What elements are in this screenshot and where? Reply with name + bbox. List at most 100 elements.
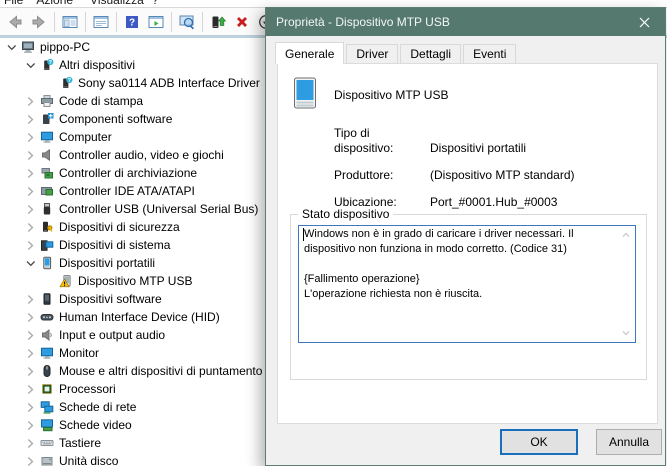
collapsed-chevron-icon[interactable]: [22, 184, 38, 198]
update-driver-icon: [209, 13, 227, 31]
tree-item-label: Dispositivi portatili: [55, 256, 155, 270]
speaker-icon: [38, 148, 55, 162]
action-pane-icon: [147, 13, 165, 31]
video-adapter-icon: [38, 418, 55, 432]
collapsed-chevron-icon[interactable]: [22, 454, 38, 466]
groupbox-legend: Stato dispositivo: [298, 207, 393, 221]
portable-device-icon: [292, 77, 319, 110]
collapsed-chevron-icon[interactable]: [22, 418, 38, 432]
system-device-icon: [38, 238, 55, 252]
mouse-icon: [38, 364, 55, 378]
dialog-titlebar[interactable]: Proprietà - Dispositivo MTP USB: [266, 8, 665, 36]
action-pane-icon-button[interactable]: [144, 10, 168, 34]
collapsed-chevron-icon[interactable]: [22, 346, 38, 360]
collapsed-chevron-icon[interactable]: [22, 148, 38, 162]
collapsed-chevron-icon[interactable]: [22, 400, 38, 414]
collapsed-chevron-icon[interactable]: [22, 202, 38, 216]
device-status-textbox[interactable]: Windows non è in grado di caricare i dri…: [298, 225, 636, 343]
tree-item-label: Mouse e altri dispositivi di puntamento: [55, 364, 262, 378]
help-icon-button[interactable]: ?: [120, 10, 144, 34]
menu-azione[interactable]: Azione: [36, 0, 73, 7]
field-value: Dispositivi portatili: [430, 141, 526, 155]
ok-button[interactable]: OK: [500, 429, 578, 455]
expanded-chevron-icon[interactable]: [3, 40, 19, 54]
ide-controller-icon: [38, 184, 55, 198]
tree-item-label: Human Interface Device (HID): [55, 310, 220, 324]
close-icon[interactable]: [623, 8, 665, 36]
tree-item-label: Dispositivi di sicurezza: [55, 220, 180, 234]
uninstall-device-icon-button[interactable]: [230, 10, 254, 34]
scroll-up-icon[interactable]: [620, 229, 632, 241]
collapsed-chevron-icon[interactable]: [22, 364, 38, 378]
chevron-placeholder: [41, 274, 57, 288]
monitor-icon: [38, 346, 55, 360]
console-tree-icon-button[interactable]: [58, 10, 82, 34]
tree-item-label: Processori: [55, 382, 116, 396]
toolbar-separator: [202, 12, 203, 32]
console-tree-icon: [61, 13, 79, 31]
tree-item-label: Monitor: [55, 346, 99, 360]
tree-item-label: Dispositivi software: [55, 292, 162, 306]
collapsed-chevron-icon[interactable]: [22, 436, 38, 450]
collapsed-chevron-icon[interactable]: [22, 94, 38, 108]
general-tab-panel: Dispositivo MTP USB Tipo di dispositivo:…: [277, 63, 658, 424]
device-name: Dispositivo MTP USB: [334, 88, 448, 102]
properties-icon-button[interactable]: [89, 10, 113, 34]
tree-item-label: Dispositivi di sistema: [55, 238, 170, 252]
tree-item-label: Schede di rete: [55, 400, 136, 414]
collapsed-chevron-icon[interactable]: [22, 238, 38, 252]
monitor-icon: [38, 130, 55, 144]
toolbar-separator: [54, 12, 55, 32]
unknown-device-icon: ?: [57, 76, 74, 90]
collapsed-chevron-icon[interactable]: [22, 328, 38, 342]
dialog-footer: OK Annulla: [266, 424, 665, 465]
dialog-title: Proprietà - Dispositivo MTP USB: [266, 15, 450, 29]
collapsed-chevron-icon[interactable]: [22, 112, 38, 126]
scan-hardware-icon: [178, 13, 196, 31]
menu-file[interactable]: File: [4, 0, 23, 7]
mtp-warning-icon: [57, 274, 74, 288]
tab-driver[interactable]: Driver: [346, 44, 398, 63]
forward-icon-button[interactable]: [27, 10, 51, 34]
computer-icon: [19, 40, 36, 54]
scan-hardware-icon-button[interactable]: [175, 10, 199, 34]
cpu-icon: [38, 382, 55, 396]
menu-bar: File Azione Visualizza?: [0, 0, 667, 7]
network-icon: [38, 400, 55, 414]
toolbar-separator: [85, 12, 86, 32]
chevron-placeholder: [41, 76, 57, 90]
expanded-chevron-icon[interactable]: [22, 256, 38, 270]
tree-item-label: Tastiere: [55, 436, 101, 450]
collapsed-chevron-icon[interactable]: [22, 310, 38, 324]
back-icon-button[interactable]: [3, 10, 27, 34]
tree-item-label: Dispositivo MTP USB: [74, 274, 192, 288]
uninstall-device-icon: [233, 13, 251, 31]
expanded-chevron-icon[interactable]: [22, 58, 38, 72]
tree-item-label: Code di stampa: [55, 94, 143, 108]
field-value: Port_#0001.Hub_#0003: [430, 195, 557, 209]
scrollbar[interactable]: [618, 227, 634, 341]
tree-item-label: Sony sa0114 ADB Interface Driver: [74, 76, 260, 90]
field-value: (Dispositivo MTP standard): [430, 168, 575, 182]
properties-dialog: Proprietà - Dispositivo MTP USB Generale…: [265, 7, 666, 466]
audio-io-icon: [38, 328, 55, 342]
tab-generale[interactable]: Generale: [275, 42, 344, 64]
tab-dettagli[interactable]: Dettagli: [400, 44, 461, 63]
back-icon: [6, 13, 24, 31]
collapsed-chevron-icon[interactable]: [22, 292, 38, 306]
collapsed-chevron-icon[interactable]: [22, 382, 38, 396]
cancel-button[interactable]: Annulla: [596, 429, 662, 455]
update-driver-icon-button[interactable]: [206, 10, 230, 34]
collapsed-chevron-icon[interactable]: [22, 220, 38, 234]
scroll-down-icon[interactable]: [620, 327, 632, 339]
tree-item-label: Altri dispositivi: [55, 58, 135, 72]
menu-visualizza[interactable]: Visualizza: [90, 0, 144, 7]
tab-eventi[interactable]: Eventi: [463, 44, 516, 63]
keyboard-icon: [38, 436, 55, 450]
menu-help[interactable]: ?: [152, 0, 159, 7]
collapsed-chevron-icon[interactable]: [22, 130, 38, 144]
toolbar-separator: [116, 12, 117, 32]
tree-item-label: Unità disco: [55, 454, 118, 466]
tree-item-label: Componenti software: [55, 112, 172, 126]
collapsed-chevron-icon[interactable]: [22, 166, 38, 180]
